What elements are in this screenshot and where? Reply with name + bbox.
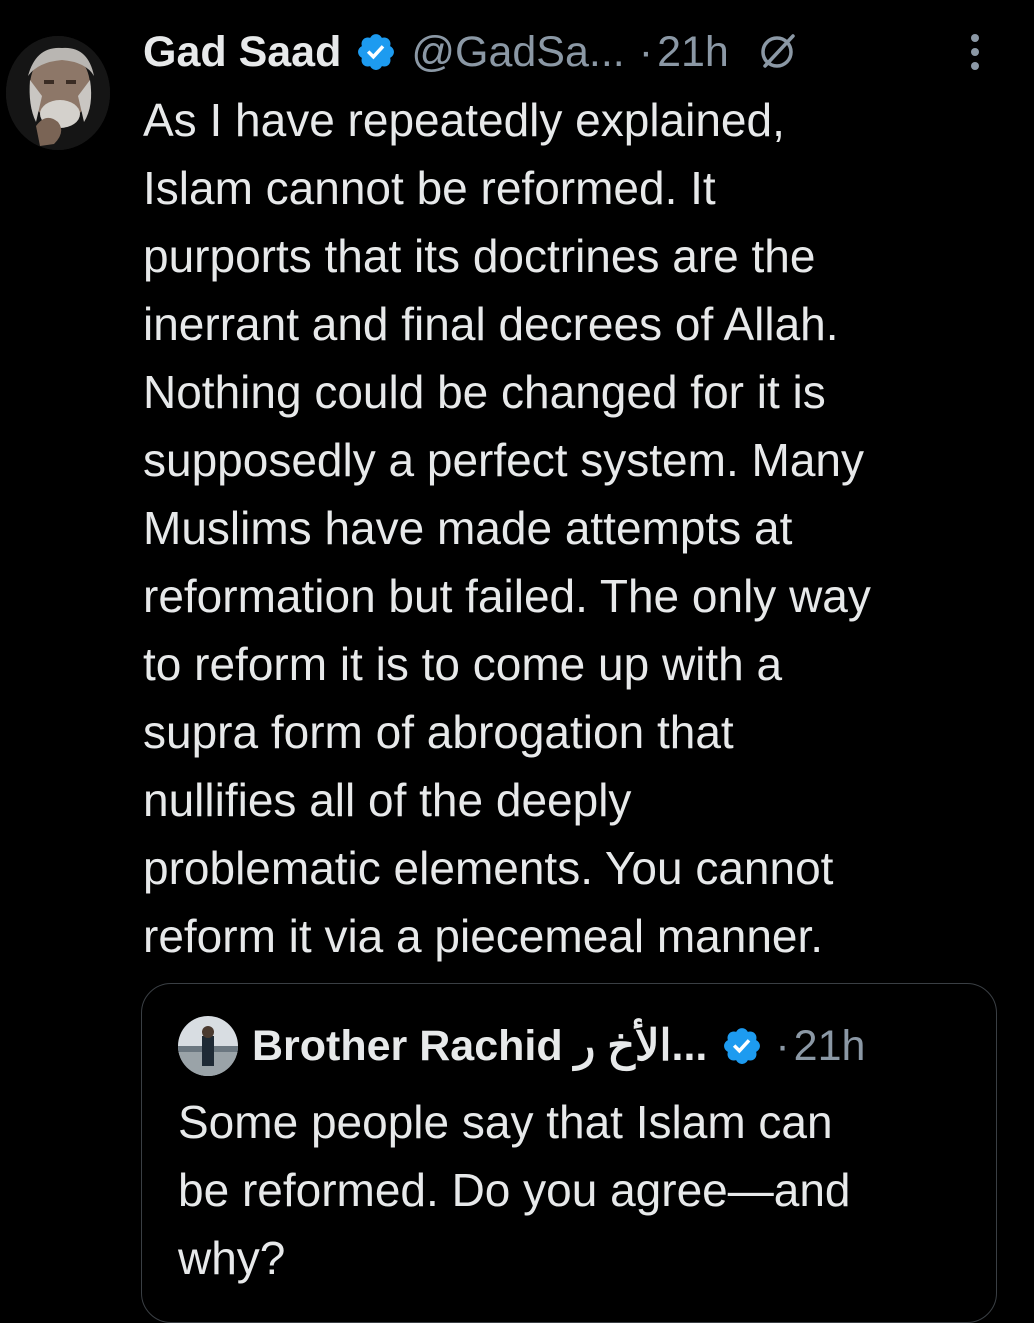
- verified-badge-icon: [355, 31, 397, 73]
- quoted-tweet-time[interactable]: 21h: [794, 1022, 866, 1071]
- tweet[interactable]: Gad Saad @GadSa... · 21h As I have repea…: [0, 0, 1034, 1323]
- separator-dot: ·: [638, 27, 654, 76]
- quoted-separator-dot: ·: [775, 1021, 790, 1070]
- verified-badge-icon: [721, 1025, 763, 1067]
- more-options-icon[interactable]: [958, 30, 992, 74]
- quoted-tweet[interactable]: Brother Rachid الأخ ر... · 21h Some peop…: [141, 983, 997, 1323]
- author-avatar[interactable]: [6, 36, 110, 150]
- author-name[interactable]: Gad Saad: [143, 28, 341, 77]
- grok-icon[interactable]: [757, 32, 797, 72]
- author-handle[interactable]: @GadSa...: [411, 28, 624, 77]
- quoted-author-avatar: [178, 1016, 238, 1076]
- quoted-author-name[interactable]: Brother Rachid الأخ ر...: [252, 1021, 707, 1071]
- tweet-header: Gad Saad @GadSa... · 21h: [143, 22, 1023, 82]
- tweet-text: As I have repeatedly explained, Islam ca…: [143, 94, 871, 962]
- quoted-tweet-header: Brother Rachid الأخ ر... · 21h: [178, 1016, 978, 1076]
- tweet-time[interactable]: 21h: [657, 28, 729, 77]
- quoted-tweet-text: Some people say that Islam can be reform…: [178, 1096, 851, 1284]
